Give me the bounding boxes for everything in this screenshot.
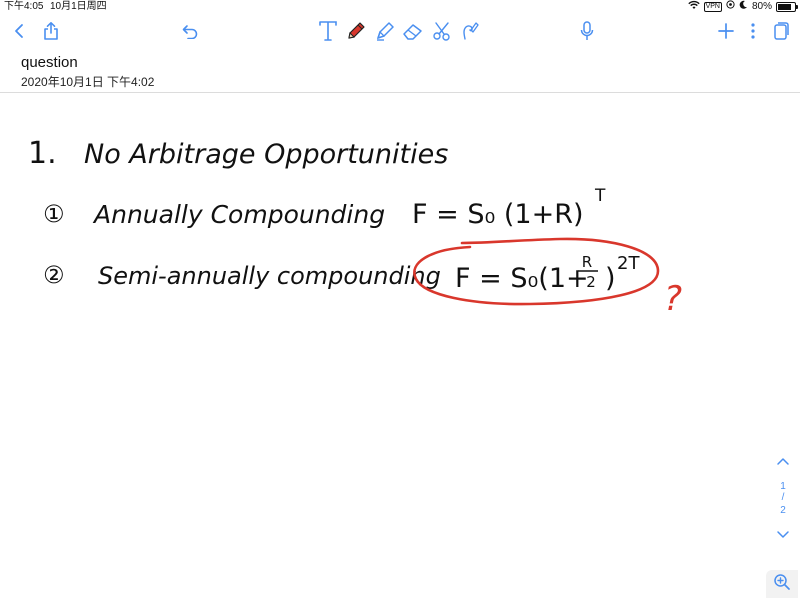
zoom-in-icon [773, 573, 791, 596]
heading-text: No Arbitrage Opportunities [84, 139, 448, 170]
back-icon[interactable] [6, 18, 32, 44]
page-up-icon[interactable] [772, 455, 794, 471]
battery-icon [776, 2, 798, 12]
location-icon [726, 0, 735, 14]
more-icon[interactable] [740, 18, 766, 44]
ink-layer: 1. No Arbitrage Opportunities ① Annually… [28, 136, 682, 319]
heading-number: 1. [28, 136, 57, 171]
item1-formula: F = S₀ (1+R) [412, 199, 584, 230]
page-navigator: 1 / 2 [768, 455, 798, 545]
item2-formula-lhs: F = S₀(1+ [455, 263, 589, 294]
toolbar [0, 14, 800, 48]
document-header: question 2020年10月1日 下午4:02 [0, 48, 800, 93]
item2-marker: ② [43, 261, 65, 289]
item2-formula-close: ) [605, 263, 616, 294]
share-icon[interactable] [38, 18, 64, 44]
item2-text: Semi-annually compounding [98, 262, 441, 290]
pages-icon[interactable] [768, 18, 794, 44]
page-total: 2 [780, 505, 786, 516]
lasso-tool-icon[interactable] [429, 18, 455, 44]
page-separator: / [781, 492, 785, 503]
item1-marker: ① [43, 200, 65, 228]
zoom-button[interactable] [766, 570, 798, 598]
item1-exponent: T [594, 186, 606, 206]
pen-tool-icon[interactable] [343, 18, 369, 44]
document-title[interactable]: question [21, 54, 78, 71]
battery-fill [778, 4, 791, 10]
highlighter-tool-icon[interactable] [372, 18, 398, 44]
status-bar: 下午4:05 10月1日周四 VPN 80% [0, 0, 800, 14]
text-tool-icon[interactable] [315, 18, 341, 44]
moon-icon [739, 0, 748, 14]
page-down-icon[interactable] [772, 527, 794, 543]
add-icon[interactable] [713, 18, 739, 44]
wifi-icon [687, 0, 700, 15]
battery-percent: 80% [751, 1, 772, 12]
annotation-question-mark: ? [664, 279, 682, 319]
item1-text: Annually Compounding [92, 200, 385, 229]
document-date: 2020年10月1日 下午4:02 [21, 75, 155, 89]
status-date: 10月1日周四 [50, 1, 107, 12]
note-canvas[interactable]: 1. No Arbitrage Opportunities ① Annually… [0, 93, 800, 600]
status-time: 下午4:05 [4, 1, 44, 12]
item2-exponent: 2T [617, 253, 640, 274]
notes-app: 下午4:05 10月1日周四 VPN 80% question 2020年10月… [0, 0, 800, 600]
vpn-badge: VPN [703, 2, 722, 12]
undo-icon[interactable] [177, 18, 203, 44]
page-current: 1 [780, 481, 786, 492]
item2-fraction-numerator: R [582, 253, 592, 271]
item2-fraction-denominator: 2 [586, 273, 596, 291]
shape-tool-icon[interactable] [457, 18, 483, 44]
microphone-icon[interactable] [574, 18, 600, 44]
status-right: VPN 80% [687, 0, 798, 15]
eraser-tool-icon[interactable] [400, 18, 426, 44]
